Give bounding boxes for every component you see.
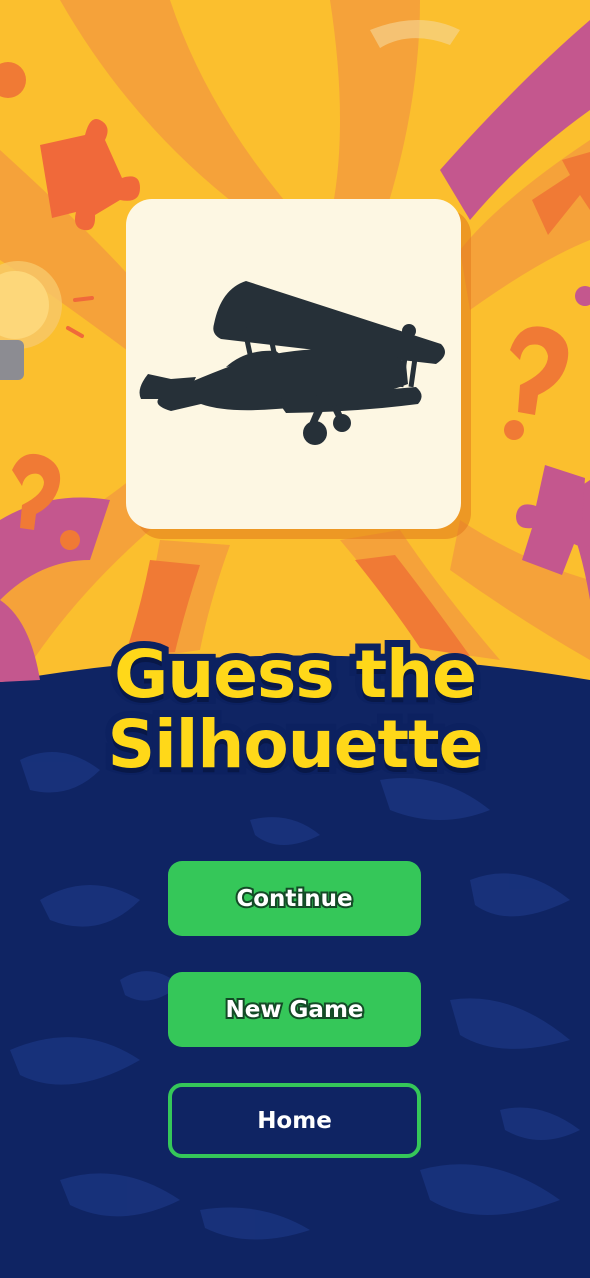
new-game-button[interactable]: New Game [168,972,421,1047]
game-title-line-2: Silhouette [101,703,491,787]
continue-button[interactable]: Continue [168,861,421,936]
game-title-line-1: Guess the [107,633,484,717]
home-button[interactable]: Home [168,1083,421,1158]
game-title: Guess the Silhouette [0,633,590,787]
biplane-silhouette-icon [139,281,445,445]
main-menu-screen: Guess the Silhouette Continue New Game H… [0,0,590,1278]
silhouette-card [126,199,461,529]
